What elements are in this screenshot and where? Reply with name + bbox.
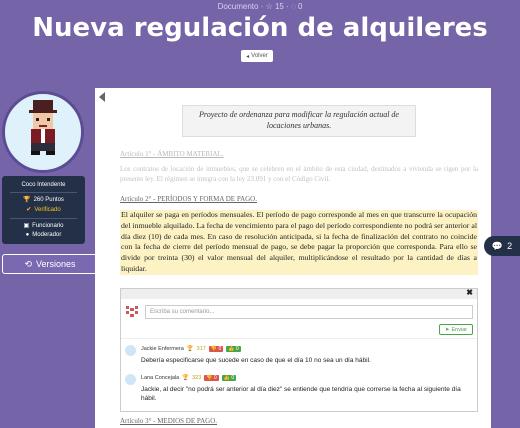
upvote-count: 0 bbox=[235, 346, 239, 352]
person-icon: ● bbox=[25, 232, 30, 238]
user-verified-label: Verificado bbox=[34, 206, 61, 213]
user-moderator: ● Moderador bbox=[2, 232, 85, 238]
back-button[interactable]: ◂ Volver bbox=[241, 50, 273, 62]
comments-badge[interactable]: 💬 2 bbox=[484, 236, 520, 256]
user-points-label: 260 Puntos bbox=[33, 196, 64, 203]
document-panel: Proyecto de ordenanza para modificar la … bbox=[95, 88, 491, 428]
upvote-button[interactable]: 👍 0 bbox=[221, 375, 237, 381]
back-button-label: Volver bbox=[251, 53, 268, 59]
page-title: Nueva regulación de alquileres bbox=[32, 13, 488, 43]
article-1-title: Artículo 1° - ÁMBITO MATERIAL. bbox=[120, 150, 224, 158]
document-summary: Proyecto de ordenanza para modificar la … bbox=[182, 105, 416, 137]
send-button[interactable]: ➤ Enviar bbox=[439, 324, 473, 335]
downvote-button[interactable]: 👎 0 bbox=[208, 346, 224, 352]
comment-text: Jackie, al decir "no podrá ser anterior … bbox=[141, 386, 461, 402]
comments-panel: ✖ Escriba su comentario... ➤ Enviar Jack… bbox=[120, 288, 478, 412]
article-2-text[interactable]: El alquiler se paga en períodos mensuale… bbox=[120, 210, 478, 275]
user-role: Coco Intendente bbox=[21, 182, 66, 188]
versions-button[interactable]: ⟲ Versiones bbox=[2, 254, 98, 274]
downvote-count: 0 bbox=[213, 375, 217, 381]
user-type: ▣ Funcionario bbox=[2, 222, 85, 230]
trophy-icon: 🏆 bbox=[23, 197, 31, 203]
comment-header: Jackie Enfermera 🏆 317 👎 0 👍 0 bbox=[141, 346, 241, 352]
article-1-text: Los contratos de locación de inmuebles, … bbox=[120, 165, 478, 183]
comment-header: Lana Concejala 🏆 323 👎 0 👍 0 bbox=[141, 375, 237, 381]
user-card: Coco Intendente 🏆 260 Puntos ✔ Verificad… bbox=[2, 176, 85, 244]
user-points: 🏆 260 Puntos bbox=[2, 196, 85, 204]
avatar bbox=[2, 91, 84, 173]
article-2-title: Artículo 2° - PERÍODOS Y FORMA DE PAGO. bbox=[120, 195, 257, 203]
downvote-count: 0 bbox=[218, 346, 222, 352]
history-icon: ⟲ bbox=[24, 258, 32, 269]
send-icon: ➤ bbox=[444, 326, 450, 333]
comments-panel-header: ✖ bbox=[121, 288, 477, 299]
check-icon: ✔ bbox=[26, 207, 32, 213]
comment-author: Lana Concejala bbox=[141, 375, 180, 381]
comments-icon: 💬 bbox=[491, 240, 504, 251]
document-meta: Documento · ☆ 15 · ◌ 0 bbox=[217, 2, 303, 11]
comment-avatar bbox=[125, 345, 136, 356]
upvote-button[interactable]: 👍 0 bbox=[226, 346, 241, 352]
user-moderator-label: Moderador bbox=[32, 232, 62, 238]
comment-avatar bbox=[125, 374, 136, 385]
comment-text: Debería especificarse que sucede en caso… bbox=[141, 357, 371, 364]
close-icon[interactable]: ✖ bbox=[466, 288, 473, 297]
versions-button-label: Versiones bbox=[36, 259, 76, 269]
send-button-label: Enviar bbox=[451, 326, 468, 333]
user-identicon-icon bbox=[126, 306, 138, 317]
pixel-character-icon bbox=[29, 100, 57, 155]
trophy-icon: 🏆 bbox=[186, 346, 194, 352]
collapse-caret-icon[interactable] bbox=[99, 92, 105, 102]
comment-points: 317 bbox=[196, 346, 206, 352]
downvote-button[interactable]: 👎 0 bbox=[204, 375, 219, 381]
back-arrow-icon: ◂ bbox=[246, 53, 250, 60]
briefcase-icon: ▣ bbox=[23, 223, 30, 229]
upvote-count: 0 bbox=[231, 375, 235, 381]
comment-input[interactable]: Escriba su comentario... bbox=[145, 305, 473, 319]
trophy-icon: 🏆 bbox=[182, 375, 190, 381]
comment-author: Jackie Enfermera bbox=[141, 346, 184, 352]
user-type-label: Funcionario bbox=[32, 222, 64, 229]
article-3-title: Artículo 3° - MEDIOS DE PAGO. bbox=[120, 417, 218, 425]
comments-count: 2 bbox=[507, 241, 513, 251]
comment-points: 323 bbox=[192, 375, 202, 381]
user-verified: ✔ Verificado bbox=[2, 206, 85, 214]
